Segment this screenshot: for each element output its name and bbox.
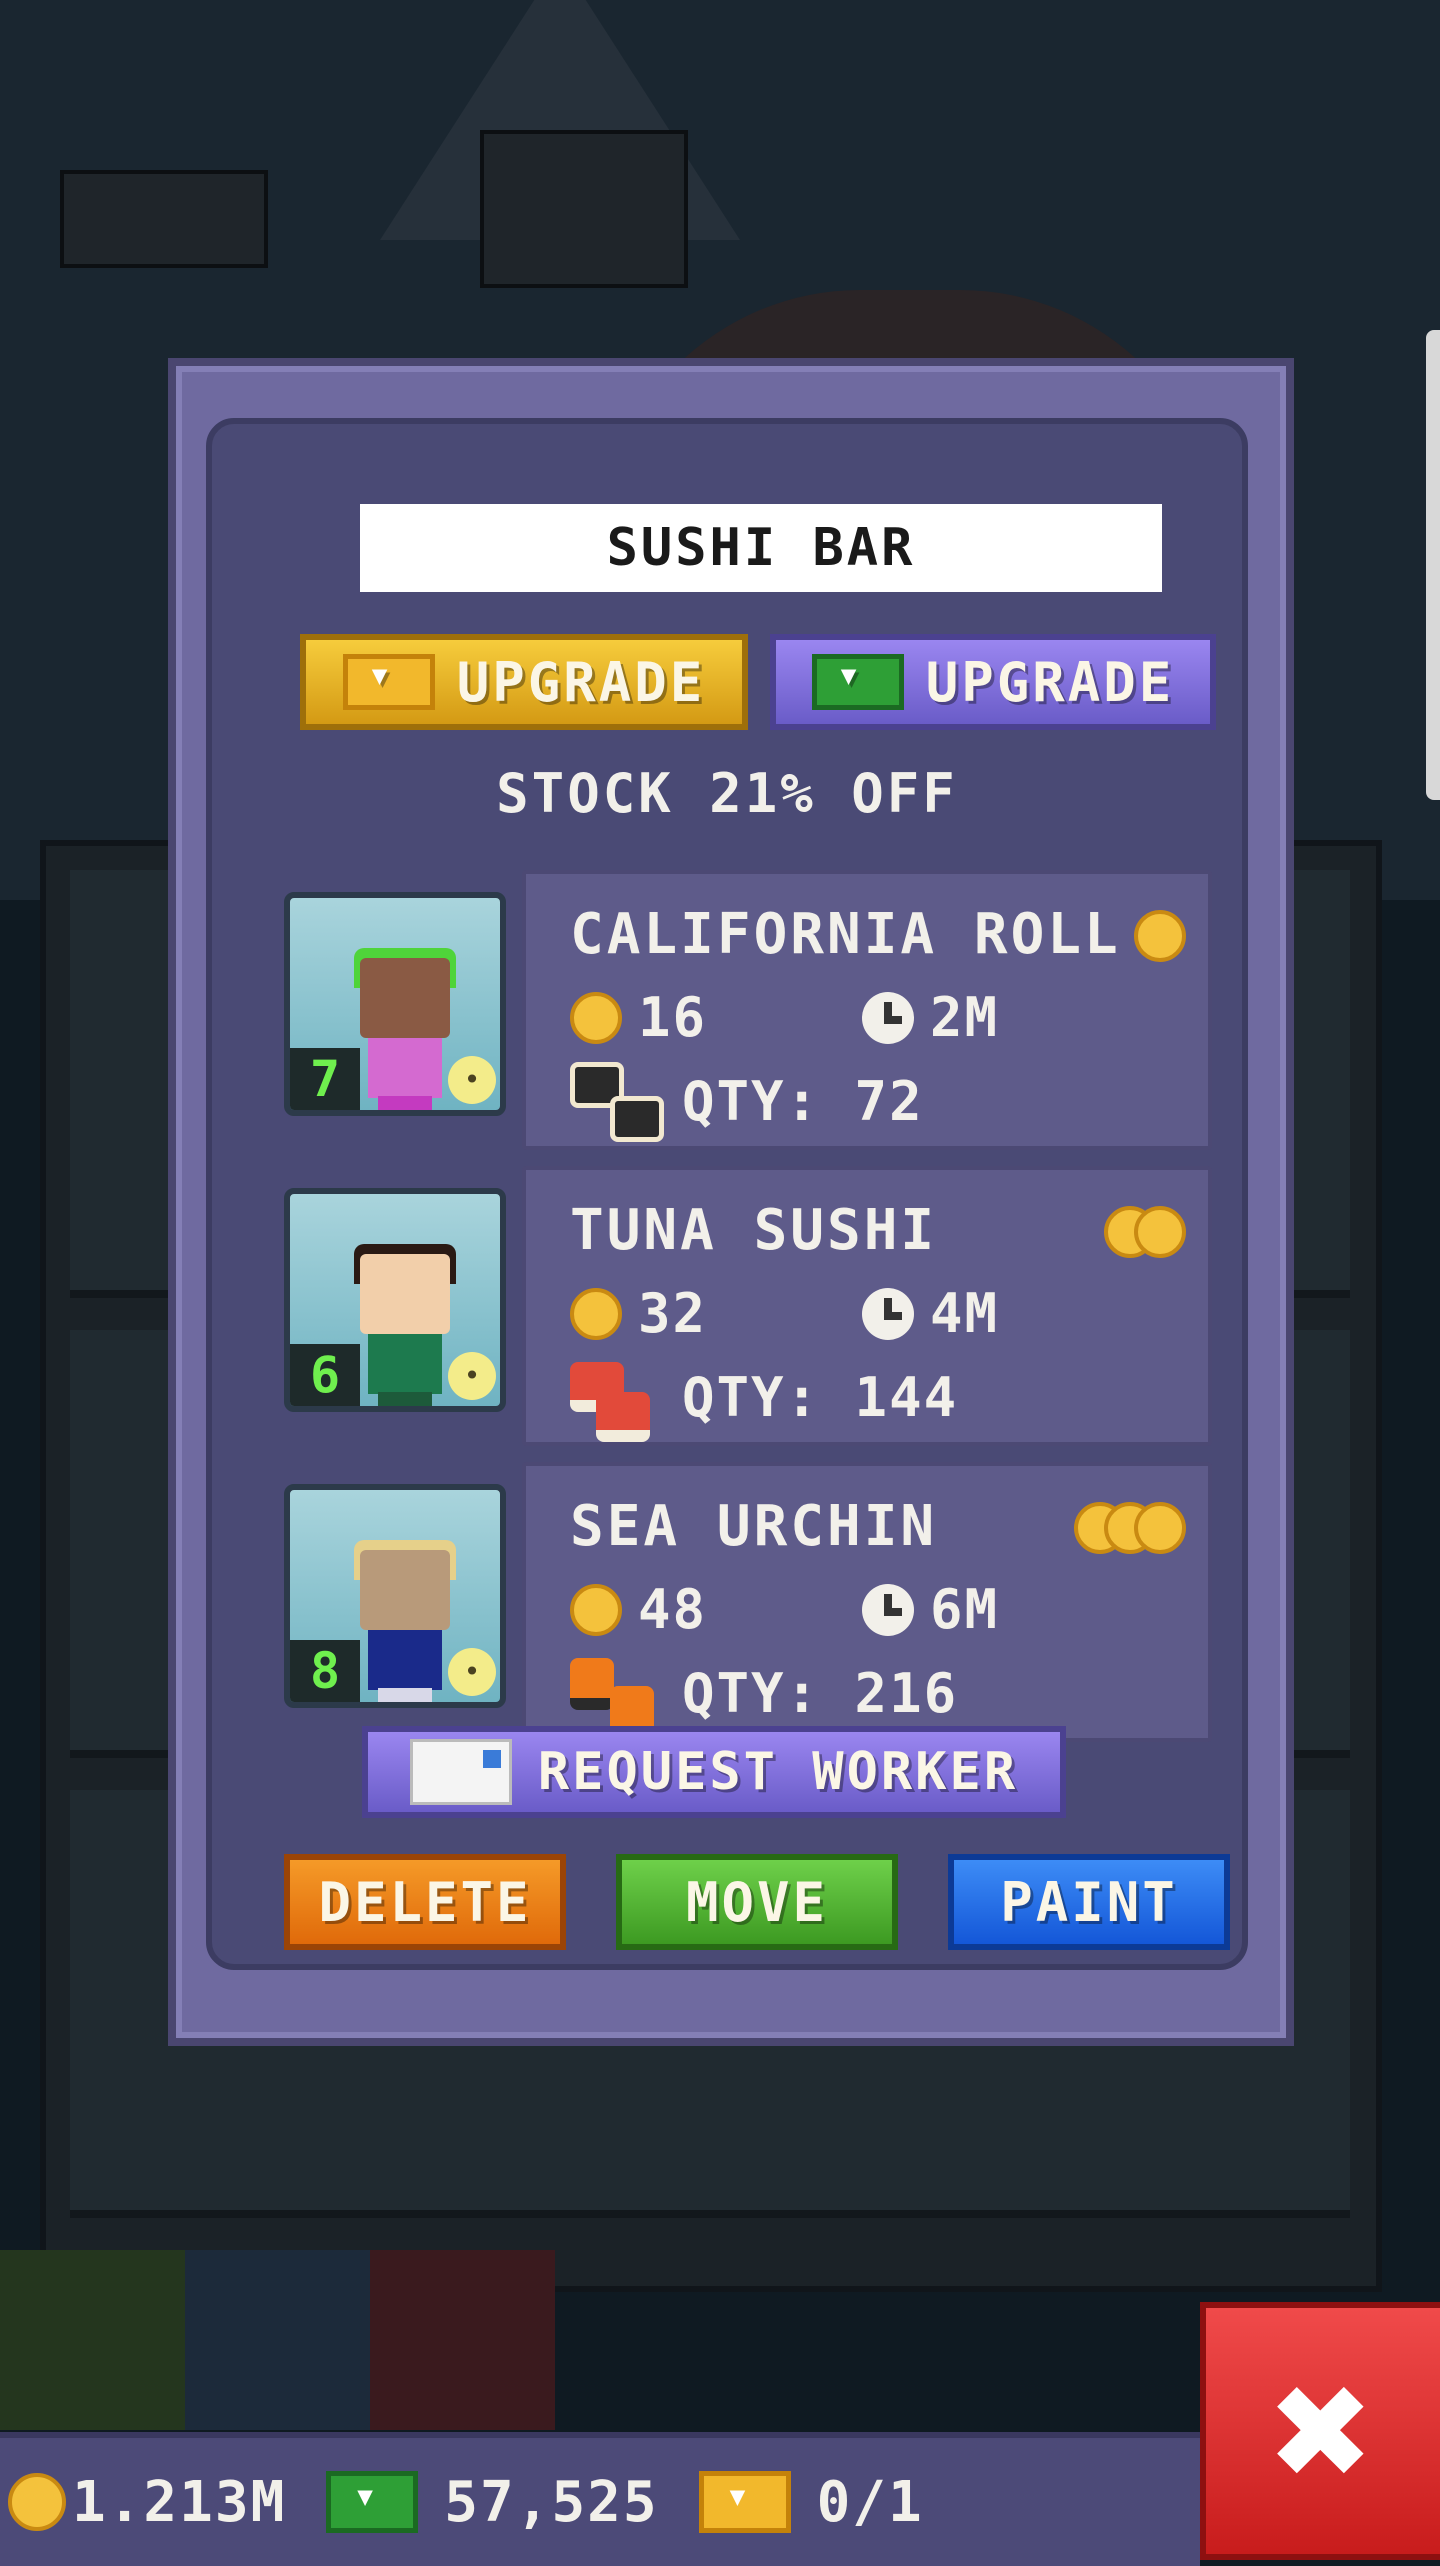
sea-urchin-icon: [570, 1654, 666, 1738]
coin-icon: [1134, 1502, 1186, 1554]
tower-bux-icon: [326, 2471, 419, 2533]
worker-dream-level: 7: [290, 1048, 360, 1110]
product-qty-value: QTY: 144: [682, 1365, 959, 1429]
worker-body: [368, 1334, 442, 1394]
neutral-face-icon: • •: [448, 1648, 496, 1696]
upgrade-label: UPGRADE: [925, 650, 1175, 714]
worker-legs: [378, 1392, 432, 1406]
worker-slot[interactable]: 7 • •: [284, 892, 506, 1116]
product-cost-value: 48: [638, 1578, 708, 1641]
product-quantity: QTY: 216: [570, 1654, 959, 1738]
product-time: 6M: [862, 1578, 999, 1641]
product-tier-coins: [1074, 1502, 1186, 1554]
tuna-sushi-icon: [570, 1358, 666, 1442]
product-name: CALIFORNIA ROLL: [570, 902, 1121, 967]
move-button[interactable]: MOVE: [616, 1854, 898, 1950]
product-time: 4M: [862, 1282, 999, 1345]
product-cost: 48: [570, 1578, 707, 1641]
coin-icon: [1134, 1206, 1186, 1258]
worker-slot[interactable]: 8 • •: [284, 1484, 506, 1708]
floor-info-dialog: SUSHI BAR UPGRADE UPGRADE STOCK 21% OFF …: [168, 358, 1294, 2046]
stock-discount-text: STOCK 21% OFF: [496, 762, 958, 825]
background-sign-right: [480, 130, 688, 288]
paint-button[interactable]: PAINT: [948, 1854, 1230, 1950]
background-tool: [185, 2250, 370, 2430]
neutral-face-icon: • •: [448, 1352, 496, 1400]
clock-icon: [862, 991, 914, 1044]
worker-legs: [378, 1688, 432, 1702]
coins-amount: 1.213M: [72, 2469, 287, 2535]
product-row[interactable]: SEA URCHIN 48 6M QTY: 216: [522, 1462, 1212, 1742]
product-tier-coins: [1104, 1206, 1186, 1258]
product-row[interactable]: CALIFORNIA ROLL 16 2M QTY: 72: [522, 870, 1212, 1150]
clock-icon: [862, 1583, 914, 1636]
coin-icon: [8, 2473, 66, 2531]
worker-slot[interactable]: 6 • •: [284, 1188, 506, 1412]
golden-ticket-icon: [698, 2471, 791, 2533]
tower-bux-icon: [811, 654, 904, 710]
coin-icon: [570, 991, 622, 1044]
neutral-face-icon: • •: [448, 1056, 496, 1104]
worker-body: [368, 1630, 442, 1690]
product-name: TUNA SUSHI: [570, 1198, 938, 1263]
background-toolbar: [0, 2250, 570, 2430]
request-worker-button[interactable]: REQUEST WORKER: [362, 1726, 1066, 1818]
delete-button[interactable]: DELETE: [284, 1854, 566, 1950]
product-tier-coins: [1134, 910, 1186, 962]
worker-face: [360, 1550, 450, 1630]
product-time: 2M: [862, 986, 999, 1049]
california-roll-icon: [570, 1062, 666, 1142]
envelope-icon: [409, 1739, 512, 1805]
request-worker-label: REQUEST WORKER: [537, 1742, 1019, 1802]
background-side-scroll: [1426, 330, 1440, 800]
dialog-panel: SUSHI BAR UPGRADE UPGRADE STOCK 21% OFF …: [206, 418, 1248, 1970]
upgrade-with-bux-button[interactable]: UPGRADE: [770, 634, 1216, 730]
background-sign-left: [60, 170, 268, 268]
bux-amount: 57,525: [444, 2469, 659, 2535]
floor-title: SUSHI BAR: [360, 504, 1162, 592]
currency-status-bar: 1.213M 57,525 0/1: [0, 2432, 1200, 2566]
product-name: SEA URCHIN: [570, 1494, 938, 1559]
tickets-amount: 0/1: [816, 2469, 924, 2535]
close-button[interactable]: ✖: [1200, 2302, 1440, 2560]
upgrade-label: UPGRADE: [456, 650, 706, 714]
coin-icon: [1134, 910, 1186, 962]
worker-dream-level: 6: [290, 1344, 360, 1406]
coin-icon: [570, 1583, 622, 1636]
product-time-value: 6M: [930, 1578, 1000, 1641]
product-qty-value: QTY: 216: [682, 1661, 959, 1725]
coin-icon: [570, 1287, 622, 1340]
close-icon: ✖: [1271, 2332, 1375, 2530]
product-time-value: 4M: [930, 1282, 1000, 1345]
worker-body: [368, 1038, 442, 1098]
product-row[interactable]: TUNA SUSHI 32 4M QTY: 144: [522, 1166, 1212, 1446]
product-qty-value: QTY: 72: [682, 1069, 924, 1133]
product-quantity: QTY: 72: [570, 1062, 924, 1142]
product-time-value: 2M: [930, 986, 1000, 1049]
worker-dream-level: 8: [290, 1640, 360, 1702]
worker-face: [360, 958, 450, 1038]
product-cost-value: 32: [638, 1282, 708, 1345]
clock-icon: [862, 1287, 914, 1340]
product-cost: 16: [570, 986, 707, 1049]
golden-ticket-icon: [342, 654, 435, 710]
worker-face: [360, 1254, 450, 1334]
background-tool: [0, 2250, 185, 2430]
product-cost-value: 16: [638, 986, 708, 1049]
product-quantity: QTY: 144: [570, 1358, 959, 1442]
worker-legs: [378, 1096, 432, 1110]
upgrade-with-tickets-button[interactable]: UPGRADE: [300, 634, 748, 730]
background-tool: [370, 2250, 555, 2430]
product-cost: 32: [570, 1282, 707, 1345]
